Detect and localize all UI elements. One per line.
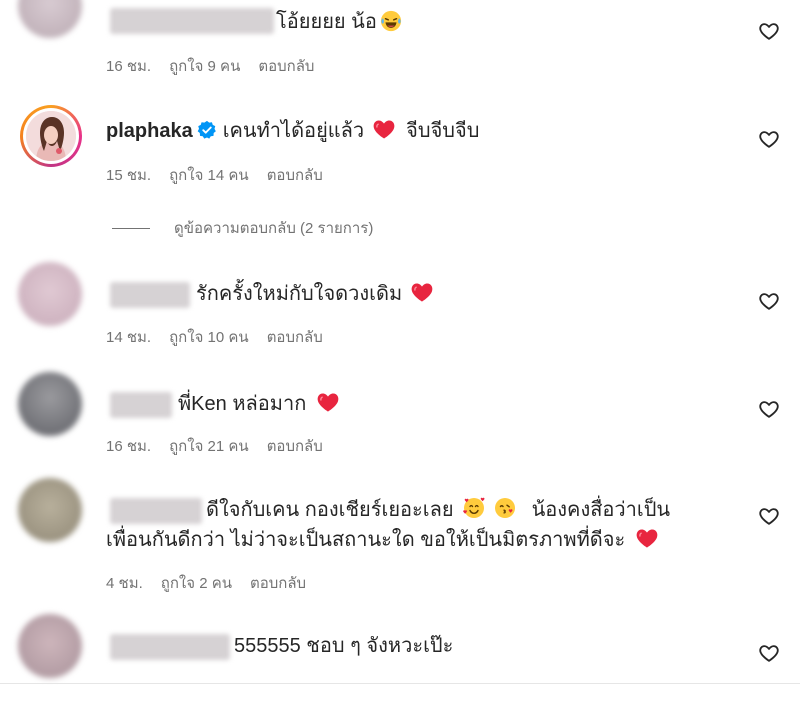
reply-button[interactable]: ตอบกลับ [267,438,323,455]
comment-meta: 16 ชม. ถูกใจ 9 คน ตอบกลับ [106,54,332,78]
username-blurred[interactable] [110,282,190,308]
comment-meta: 14 ชม. ถูกใจ 10 คน ตอบกลับ [106,325,341,349]
smiling-hearts-emoji-icon [462,497,485,518]
comment-time: 16 ชม. [106,438,152,455]
red-heart-emoji-icon [316,390,340,414]
divider-line [0,683,800,684]
laughing-tears-emoji-icon [380,10,401,32]
comment-text-line-1: ดีใจกับเคน กองเชียร์เยอะเลย น้องคงสื่อว่… [206,494,670,526]
likes-count[interactable]: ถูกใจ 9 คน [169,58,240,75]
red-heart-emoji-icon [635,526,659,550]
red-heart-emoji-icon [372,117,396,141]
comment-text-line-2: เพื่อนกันดีกว่า ไม่ว่าจะเป็นสถานะใด ขอให… [106,524,662,556]
reply-button[interactable]: ตอบกลับ [250,575,306,592]
reply-button[interactable]: ตอบกลับ [258,58,314,75]
comment-body: พี่Ken หล่อมาก [178,393,307,415]
username-blurred[interactable] [110,634,230,660]
comment-time: 4 ชม. [106,575,143,592]
comment-body: 555555 ชอบ ๆ จังหวะเป๊ะ [234,635,454,657]
comment-text: 555555 ชอบ ๆ จังหวะเป๊ะ [234,630,453,662]
like-heart-icon[interactable] [758,128,780,150]
username-blurred[interactable] [110,8,274,34]
avatar[interactable] [18,478,82,542]
comment-body: โอ้ยยยย น้อ [276,11,377,33]
comment-body: เคนทำได้อยู่แล้ว [222,120,365,142]
divider-line [112,227,150,229]
username-blurred[interactable] [110,498,202,524]
comment-body: ดีใจกับเคน กองเชียร์เยอะเลย [206,499,454,521]
view-replies-label: ดูข้อความตอบกลับ (2 รายการ) [174,220,374,237]
comment-meta: 16 ชม. ถูกใจ 21 คน ตอบกลับ [106,434,341,458]
kissing-heart-emoji-icon [494,498,515,518]
story-ring[interactable] [20,105,82,167]
comment-meta: 15 ชม. ถูกใจ 14 คน ตอบกลับ [106,163,341,187]
comment-body-continued: จีบจีบจีบ [406,120,480,142]
avatar[interactable] [18,262,82,326]
reply-button[interactable]: ตอบกลับ [267,329,323,346]
comment-text: โอ้ยยยย น้อ [276,6,405,38]
comment-meta: 4 ชม. ถูกใจ 2 คน ตอบกลับ [106,571,324,595]
like-heart-icon[interactable] [758,20,780,42]
comment-time: 14 ชม. [106,329,152,346]
red-heart-emoji-icon [410,280,434,304]
like-heart-icon[interactable] [758,398,780,420]
verified-badge-icon [197,120,216,139]
comment-body-line-2: เพื่อนกันดีกว่า ไม่ว่าจะเป็นสถานะใด ขอให… [106,529,626,551]
comment-body-continued: น้องคงสื่อว่าเป็น [531,499,671,521]
username[interactable]: plaphaka [106,120,193,142]
likes-count[interactable]: ถูกใจ 10 คน [169,329,249,346]
comment-text: plaphaka เคนทำได้อยู่แล้ว จีบจีบจีบ [106,115,479,147]
comment-time: 16 ชม. [106,58,152,75]
profile-photo-icon [26,111,76,161]
avatar[interactable] [18,0,82,38]
view-replies-button[interactable]: ดูข้อความตอบกลับ (2 รายการ) [112,216,373,240]
likes-count[interactable]: ถูกใจ 14 คน [169,167,249,184]
avatar[interactable] [18,372,82,436]
comment-body: รักครั้งใหม่กับใจดวงเดิม [196,283,403,305]
username-blurred[interactable] [110,392,172,418]
reply-button[interactable]: ตอบกลับ [267,167,323,184]
like-heart-icon[interactable] [758,290,780,312]
like-heart-icon[interactable] [758,505,780,527]
likes-count[interactable]: ถูกใจ 21 คน [169,438,249,455]
comment-time: 15 ชม. [106,167,152,184]
comment-text: พี่Ken หล่อมาก [178,388,343,420]
like-heart-icon[interactable] [758,642,780,664]
avatar[interactable] [18,614,82,678]
comment-text: รักครั้งใหม่กับใจดวงเดิม [196,278,437,310]
likes-count[interactable]: ถูกใจ 2 คน [161,575,232,592]
avatar [26,111,76,161]
